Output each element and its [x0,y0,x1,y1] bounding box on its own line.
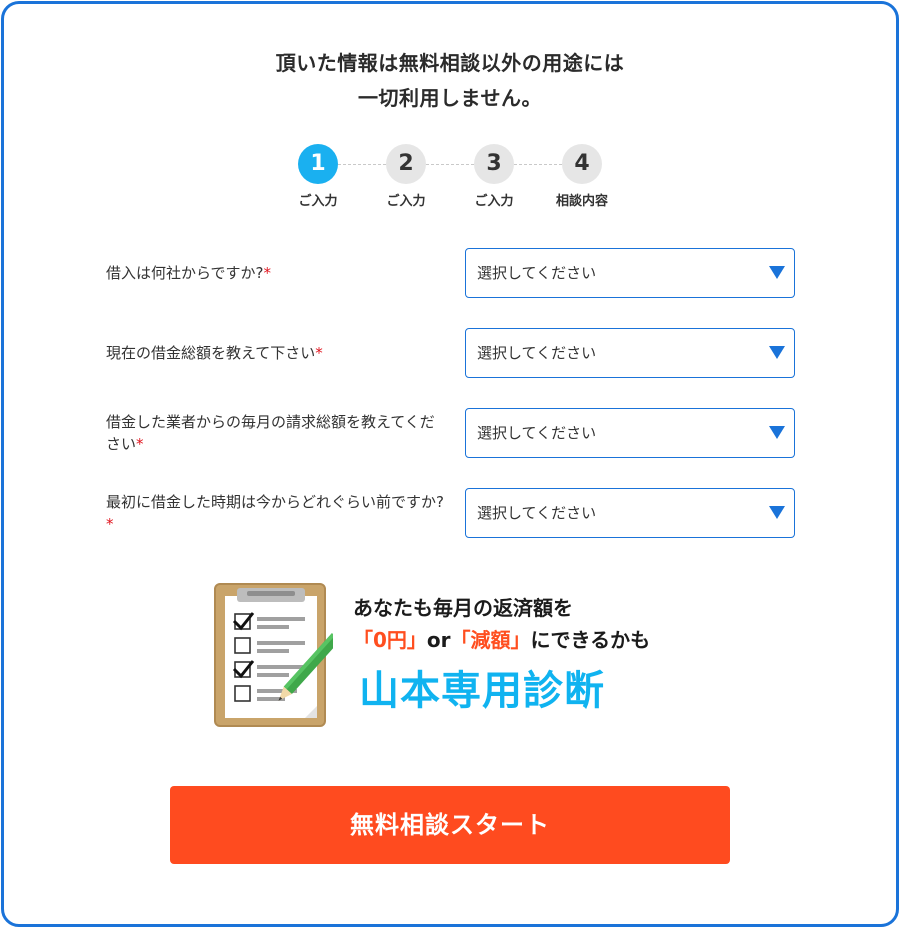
dropdown-arrow-icon [769,266,785,279]
question-row: 現在の借金総額を教えて下さい* 選択してください [0,328,900,378]
step-label: ご入力 [298,194,338,209]
question-row: 借金した業者からの毎月の請求総額を教えてください* 選択してください [0,408,900,458]
question-text: 借入は何社からですか? [106,264,264,282]
step-1: 1 ご入力 [278,144,358,209]
required-mark: * [263,264,272,282]
dropdown-arrow-icon [769,506,785,519]
dropdown-arrow-icon [769,346,785,359]
required-mark: * [106,515,114,533]
question-label: 借入は何社からですか?* [106,262,446,284]
dropdown-arrow-icon [769,426,785,439]
zero-yen-highlight: 「0円」 [353,628,427,652]
step-label: ご入力 [474,194,514,209]
step-3: 3 ご入力 [454,144,534,209]
step-number: 1 [298,144,338,184]
step-4: 4 相談内容 [542,144,622,209]
select-value: 選択してください [477,344,597,362]
first-borrow-period-select[interactable]: 選択してください [465,488,795,538]
monthly-payment-select[interactable]: 選択してください [465,408,795,458]
select-value: 選択してください [477,424,597,442]
step-indicator: 1 ご入力 2 ご入力 3 ご入力 4 相談内容 [0,144,900,214]
question-label: 現在の借金総額を教えて下さい* [106,342,446,364]
question-text: 最初に借金した時期は今からどれぐらい前ですか? [106,493,444,511]
question-text: 借金した業者からの毎月の請求総額を教えてください [106,413,435,453]
required-mark: * [315,344,323,362]
select-value: 選択してください [477,264,597,282]
lender-count-select[interactable]: 選択してください [465,248,795,298]
banner-line2: 「0円」or「減額」にできるかも [353,624,650,653]
banner-connector: or [426,628,451,652]
step-label: 相談内容 [555,194,608,209]
step-number: 3 [474,144,514,184]
step-number: 2 [386,144,426,184]
diagnosis-title: 山本専用診断 [359,668,605,714]
banner-line2-tail: にできるかも [530,628,651,652]
banner-line1: あなたも毎月の返済額を [353,596,573,620]
question-label: 借金した業者からの毎月の請求総額を教えてください* [106,411,446,455]
question-row: 最初に借金した時期は今からどれぐらい前ですか? * 選択してください [0,488,900,538]
question-label: 最初に借金した時期は今からどれぐらい前ですか? * [106,491,446,535]
step-2: 2 ご入力 [366,144,446,209]
privacy-notice: 頂いた情報は無料相談以外の用途には 一切利用しません。 [0,46,900,116]
clipboard-checklist-icon [214,583,333,727]
step-label: ご入力 [386,194,426,209]
question-row: 借入は何社からですか?* 選択してください [0,248,900,298]
privacy-notice-line1: 頂いた情報は無料相談以外の用途には [275,51,625,75]
required-mark: * [136,435,144,453]
reduction-highlight: 「減額」 [450,628,531,652]
select-value: 選択してください [477,504,597,522]
diagnosis-banner: あなたも毎月の返済額を 「0円」or「減額」にできるかも 山本専用診断 [213,582,693,728]
total-debt-select[interactable]: 選択してください [465,328,795,378]
step-number: 4 [562,144,602,184]
start-consultation-button[interactable]: 無料相談スタート [170,786,730,864]
privacy-notice-line2: 一切利用しません。 [358,86,542,110]
question-text: 現在の借金総額を教えて下さい [106,344,316,362]
